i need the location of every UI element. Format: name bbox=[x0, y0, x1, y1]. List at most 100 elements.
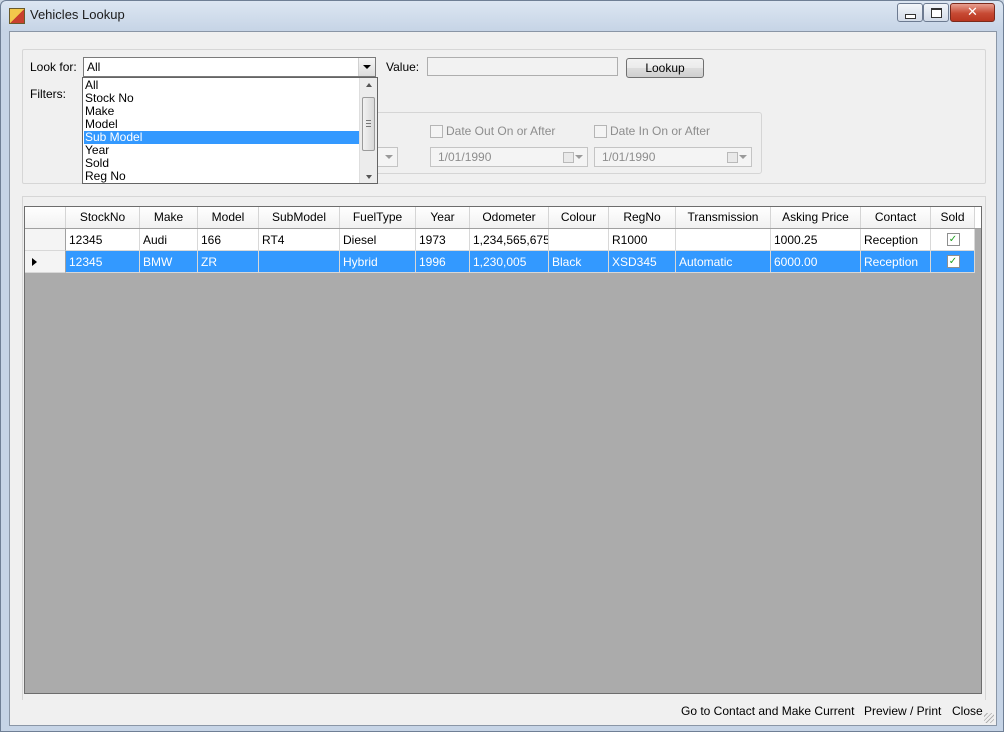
value-input[interactable] bbox=[427, 57, 618, 76]
lookup-button[interactable]: Lookup bbox=[626, 58, 704, 78]
column-header-sold[interactable]: Sold bbox=[931, 207, 975, 228]
close-window-button[interactable]: ✕ bbox=[950, 3, 995, 22]
grip-line bbox=[366, 123, 371, 124]
title-bar[interactable]: Vehicles Lookup ✕ bbox=[1, 1, 1003, 30]
look-for-combo[interactable]: All bbox=[83, 57, 376, 77]
date-out-label: Date Out On or After bbox=[446, 124, 556, 138]
cell-colour[interactable]: Black bbox=[549, 251, 609, 273]
vehicles-lookup-window: Vehicles Lookup ✕ Look for: All Value: L… bbox=[0, 0, 1004, 732]
current-row-arrow-icon bbox=[32, 258, 37, 266]
row-header[interactable] bbox=[25, 251, 66, 273]
grid-corner-header bbox=[25, 207, 66, 228]
app-icon bbox=[9, 8, 25, 24]
cell-odometer[interactable]: 1,234,565,675 bbox=[470, 229, 549, 251]
scroll-up-button[interactable] bbox=[360, 78, 377, 91]
cell-regno[interactable]: XSD345 bbox=[609, 251, 676, 273]
cell-regno[interactable]: R1000 bbox=[609, 229, 676, 251]
action-bar: Go to Contact and Make Current Preview /… bbox=[10, 700, 996, 725]
grip-line bbox=[366, 120, 371, 121]
sold-checkbox[interactable]: ✓ bbox=[946, 255, 960, 268]
column-header-odometer[interactable]: Odometer bbox=[470, 207, 549, 228]
date-out-value: 1/01/1990 bbox=[438, 150, 492, 164]
dropdown-option[interactable]: Reg No bbox=[84, 170, 360, 183]
cell-odometer[interactable]: 1,230,005 bbox=[470, 251, 549, 273]
cell-askingprice[interactable]: 6000.00 bbox=[771, 251, 861, 273]
column-header-regno[interactable]: RegNo bbox=[609, 207, 676, 228]
chevron-down-icon bbox=[363, 65, 371, 69]
maximize-button[interactable] bbox=[923, 3, 949, 22]
dropdown-option[interactable]: Sub Model bbox=[84, 131, 360, 144]
arrow-up-icon bbox=[365, 82, 372, 87]
dropdown-option[interactable]: Year bbox=[84, 144, 360, 157]
cell-year[interactable]: 1973 bbox=[416, 229, 470, 251]
cell-transmission[interactable] bbox=[676, 229, 771, 251]
window-title: Vehicles Lookup bbox=[30, 7, 125, 22]
go-to-contact-link[interactable]: Go to Contact and Make Current bbox=[681, 704, 854, 718]
column-header-colour[interactable]: Colour bbox=[549, 207, 609, 228]
minimize-button[interactable] bbox=[897, 3, 923, 22]
close-icon: ✕ bbox=[967, 5, 978, 20]
preview-print-link[interactable]: Preview / Print bbox=[864, 704, 941, 718]
column-header-year[interactable]: Year bbox=[416, 207, 470, 228]
scroll-thumb[interactable] bbox=[362, 97, 375, 151]
dropdown-option[interactable]: Stock No bbox=[84, 92, 360, 105]
date-out-picker[interactable]: 1/01/1990 bbox=[430, 147, 588, 167]
minimize-icon bbox=[904, 13, 916, 19]
column-header-make[interactable]: Make bbox=[140, 207, 198, 228]
scroll-down-button[interactable] bbox=[360, 170, 377, 183]
cell-fueltype[interactable]: Diesel bbox=[340, 229, 416, 251]
column-header-model[interactable]: Model bbox=[198, 207, 259, 228]
cell-model[interactable]: 166 bbox=[198, 229, 259, 251]
cell-model[interactable]: ZR bbox=[198, 251, 259, 273]
date-in-value: 1/01/1990 bbox=[602, 150, 656, 164]
column-header-transmission[interactable]: Transmission bbox=[676, 207, 771, 228]
column-header-askingprice[interactable]: Asking Price bbox=[771, 207, 861, 228]
column-header-fueltype[interactable]: FuelType bbox=[340, 207, 416, 228]
column-header-submodel[interactable]: SubModel bbox=[259, 207, 340, 228]
row-header[interactable] bbox=[25, 229, 66, 251]
grid-header: StockNo Make Model SubModel FuelType Year Odom… bbox=[25, 207, 981, 229]
column-header-stockno[interactable]: StockNo bbox=[66, 207, 140, 228]
date-in-picker[interactable]: 1/01/1990 bbox=[594, 147, 752, 167]
cell-fueltype[interactable]: Hybrid bbox=[340, 251, 416, 273]
chevron-down-icon bbox=[575, 155, 583, 159]
cell-sold[interactable]: ✓ bbox=[931, 229, 975, 251]
filters-group: Date Out On or After 1/01/1990 Date In O… bbox=[356, 112, 762, 174]
grip-line bbox=[366, 126, 371, 127]
look-for-value: All bbox=[87, 60, 101, 74]
column-header-contact[interactable]: Contact bbox=[861, 207, 931, 228]
date-out-checkbox[interactable] bbox=[430, 125, 443, 138]
calendar-icon bbox=[563, 152, 574, 163]
size-grip[interactable] bbox=[984, 713, 994, 723]
look-for-dropdown-button[interactable] bbox=[358, 58, 375, 76]
cell-transmission[interactable]: Automatic bbox=[676, 251, 771, 273]
look-for-dropdown-list[interactable]: All Stock No Make Model Sub Model Year Sold Reg… bbox=[82, 77, 378, 184]
arrow-down-icon bbox=[365, 174, 372, 179]
date-in-checkbox[interactable] bbox=[594, 125, 607, 138]
sold-checkbox[interactable]: ✓ bbox=[946, 233, 960, 246]
cell-submodel[interactable]: RT4 bbox=[259, 229, 340, 251]
maximize-icon bbox=[930, 7, 942, 18]
table-row[interactable]: 12345 BMW ZR Hybrid 1996 1,230,005 Black XSD345… bbox=[25, 251, 981, 273]
cell-make[interactable]: Audi bbox=[140, 229, 198, 251]
chevron-down-icon bbox=[739, 155, 747, 159]
dropdown-option[interactable]: Make bbox=[84, 105, 360, 118]
cell-contact[interactable]: Reception bbox=[861, 251, 931, 273]
vehicles-grid[interactable]: StockNo Make Model SubModel FuelType Year Odom… bbox=[24, 206, 982, 694]
cell-colour[interactable] bbox=[549, 229, 609, 251]
cell-askingprice[interactable]: 1000.25 bbox=[771, 229, 861, 251]
look-for-label: Look for: bbox=[30, 60, 77, 74]
dropdown-scrollbar[interactable] bbox=[359, 78, 377, 183]
value-label: Value: bbox=[386, 60, 420, 74]
table-row[interactable]: 12345 Audi 166 RT4 Diesel 1973 1,234,565,675 R1… bbox=[25, 229, 981, 251]
cell-sold[interactable]: ✓ bbox=[931, 251, 975, 273]
cell-stockno[interactable]: 12345 bbox=[66, 229, 140, 251]
close-link[interactable]: Close bbox=[952, 704, 983, 718]
cell-stockno[interactable]: 12345 bbox=[66, 251, 140, 273]
cell-year[interactable]: 1996 bbox=[416, 251, 470, 273]
cell-make[interactable]: BMW bbox=[140, 251, 198, 273]
chevron-down-icon bbox=[385, 155, 393, 159]
cell-contact[interactable]: Reception bbox=[861, 229, 931, 251]
cell-submodel[interactable] bbox=[259, 251, 340, 273]
date-in-label: Date In On or After bbox=[610, 124, 711, 138]
